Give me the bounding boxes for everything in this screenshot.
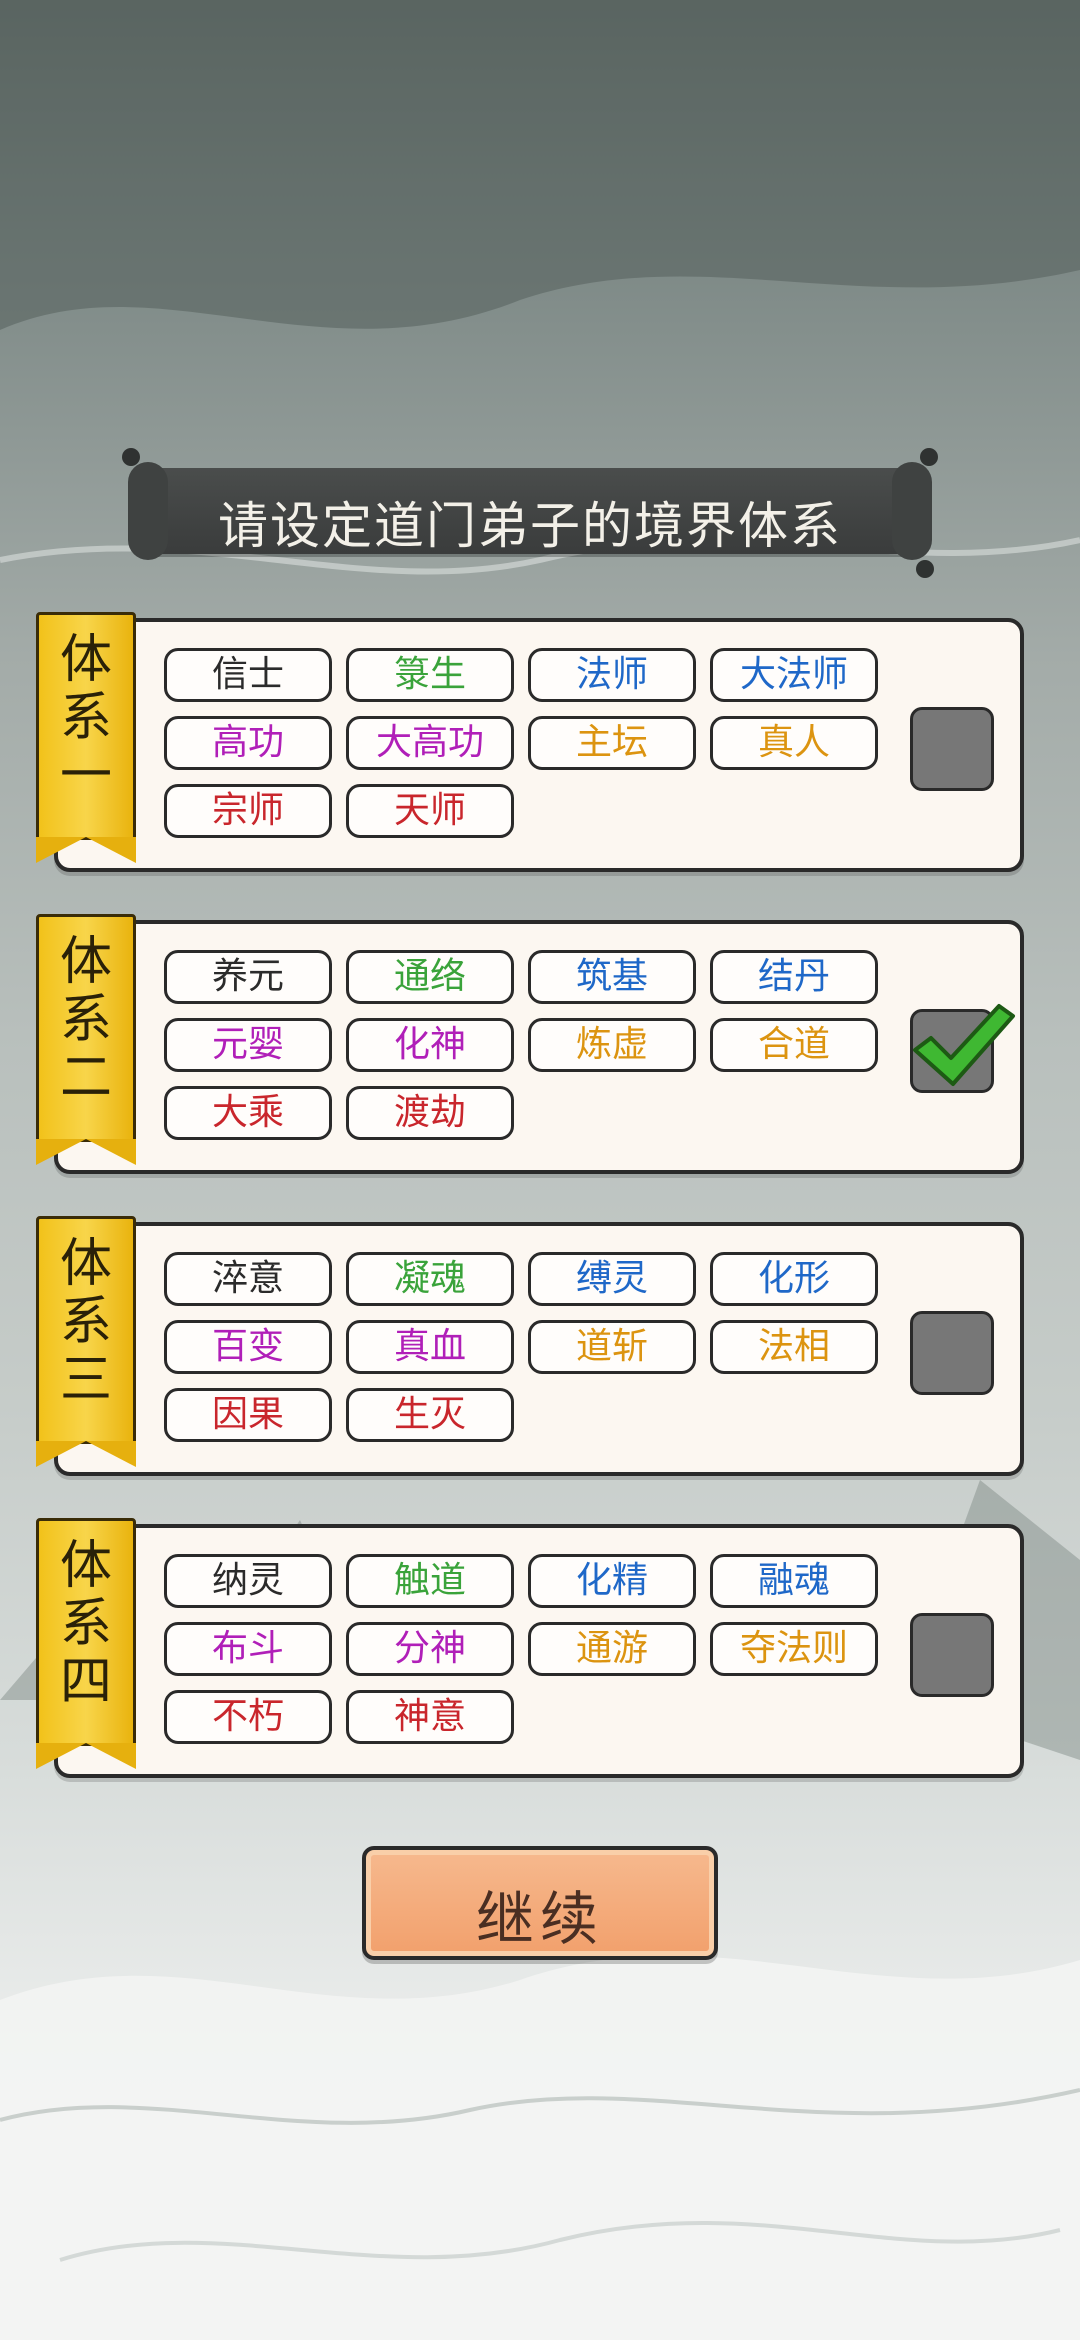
realm-tag[interactable]: 道斩 (528, 1320, 696, 1374)
realm-tag[interactable]: 融魂 (710, 1554, 878, 1608)
realm-tag[interactable]: 不朽 (164, 1690, 332, 1744)
system-label: 体 系 一 (59, 630, 112, 806)
system-label: 体 系 三 (59, 1234, 112, 1410)
system-ribbon: 体 系 四 (36, 1518, 136, 1769)
realm-tag[interactable]: 触道 (346, 1554, 514, 1608)
system-2-checkbox[interactable] (910, 1004, 1015, 1093)
continue-button[interactable]: 继续 (362, 1846, 718, 1960)
realm-tag[interactable]: 筑基 (528, 950, 696, 1004)
system-panel-4: 体 系 四 纳灵 触道 化精 融魂 布斗 分神 通游 夺法则 不朽 神意 (36, 1518, 1024, 1778)
system-label: 体 系 二 (59, 932, 112, 1108)
realm-tag[interactable]: 大法师 (710, 648, 878, 702)
realm-tag[interactable]: 大乘 (164, 1086, 332, 1140)
system-panel-2: 体 系 二 养元 通络 筑基 结丹 元婴 化神 炼虚 合道 大乘 渡劫 (36, 914, 1024, 1174)
realm-tag[interactable]: 炼虚 (528, 1018, 696, 1072)
system-4-checkbox[interactable] (910, 1613, 994, 1697)
realm-tag[interactable]: 淬意 (164, 1252, 332, 1306)
realm-tag[interactable]: 主坛 (528, 716, 696, 770)
realm-tag[interactable]: 合道 (710, 1018, 878, 1072)
realm-tag[interactable]: 元婴 (164, 1018, 332, 1072)
realm-tag[interactable]: 缚灵 (528, 1252, 696, 1306)
realm-tag[interactable]: 法师 (528, 648, 696, 702)
realm-tag[interactable]: 天师 (346, 784, 514, 838)
realm-tag[interactable]: 生灭 (346, 1388, 514, 1442)
checkmark-icon (913, 1004, 1015, 1086)
realm-tag[interactable]: 渡劫 (346, 1086, 514, 1140)
realm-tag[interactable]: 真血 (346, 1320, 514, 1374)
system-panel-3: 体 系 三 淬意 凝魂 缚灵 化形 百变 真血 道斩 法相 因果 生灭 (36, 1216, 1024, 1476)
system-label: 体 系 四 (59, 1536, 112, 1712)
realm-tag[interactable]: 神意 (346, 1690, 514, 1744)
realm-tag[interactable]: 化形 (710, 1252, 878, 1306)
banner-knob (920, 448, 938, 466)
page-title: 请设定道门弟子的境界体系 (218, 497, 842, 555)
realm-tag[interactable]: 通络 (346, 950, 514, 1004)
realm-tag[interactable]: 纳灵 (164, 1554, 332, 1608)
realm-tag[interactable]: 真人 (710, 716, 878, 770)
realm-tag[interactable]: 布斗 (164, 1622, 332, 1676)
realm-tag[interactable]: 化神 (346, 1018, 514, 1072)
system-1-checkbox[interactable] (910, 707, 994, 791)
realm-tag[interactable]: 高功 (164, 716, 332, 770)
title-banner: 请设定道门弟子的境界体系 (122, 448, 938, 578)
system-ribbon: 体 系 三 (36, 1216, 136, 1467)
realm-tag[interactable]: 因果 (164, 1388, 332, 1442)
realm-tag[interactable]: 箓生 (346, 648, 514, 702)
realm-tag[interactable]: 信士 (164, 648, 332, 702)
realm-tag[interactable]: 法相 (710, 1320, 878, 1374)
realm-tag[interactable]: 化精 (528, 1554, 696, 1608)
system-3-checkbox[interactable] (910, 1311, 994, 1395)
continue-label: 继续 (475, 1885, 604, 1953)
realm-tag[interactable]: 通游 (528, 1622, 696, 1676)
realm-tag[interactable]: 凝魂 (346, 1252, 514, 1306)
system-panel-1: 体 系 一 信士 箓生 法师 大法师 高功 大高功 主坛 真人 宗师 天师 (36, 612, 1024, 872)
system-ribbon: 体 系 一 (36, 612, 136, 863)
realm-tag[interactable]: 大高功 (346, 716, 514, 770)
realm-tag[interactable]: 结丹 (710, 950, 878, 1004)
banner-knob (122, 448, 140, 466)
realm-tag[interactable]: 夺法则 (710, 1622, 878, 1676)
realm-tag[interactable]: 分神 (346, 1622, 514, 1676)
realm-tag[interactable]: 百变 (164, 1320, 332, 1374)
system-ribbon: 体 系 二 (36, 914, 136, 1165)
realm-tag[interactable]: 宗师 (164, 784, 332, 838)
realm-tag[interactable]: 养元 (164, 950, 332, 1004)
banner-knob (916, 560, 934, 578)
